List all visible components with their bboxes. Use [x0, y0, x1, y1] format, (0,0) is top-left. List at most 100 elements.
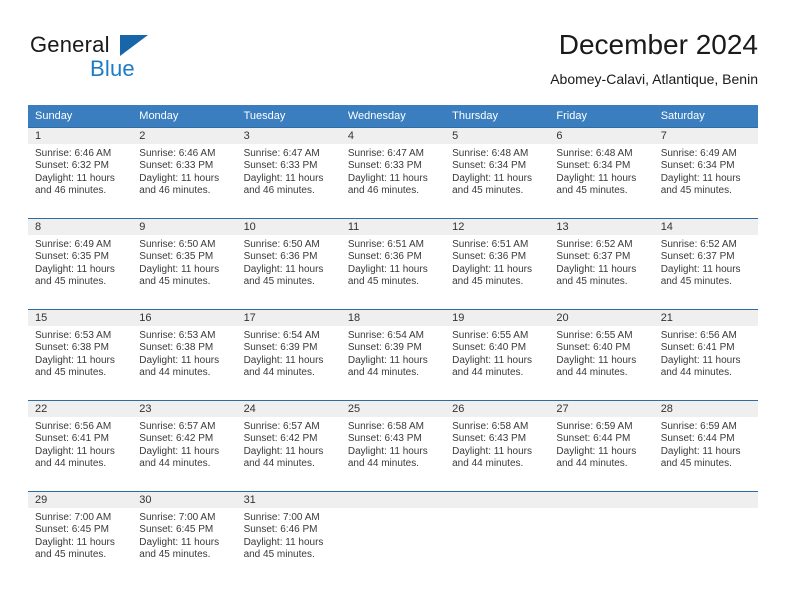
calendar-day-cell[interactable]: 1 Sunrise: 6:46 AM Sunset: 6:32 PM Daylight…: [28, 127, 133, 219]
daylight-text-line1: Daylight: 11 hours: [139, 354, 220, 366]
sunrise-text: Sunrise: 6:50 AM: [243, 239, 320, 250]
calendar-day-cell[interactable]: 3 Sunrise: 6:47 AM Sunset: 6:33 PM Daylight…: [236, 127, 341, 219]
daylight-text-line2: and 46 minutes.: [347, 185, 420, 197]
day-number: 16: [132, 310, 237, 326]
sunrise-text: Sunrise: 6:47 AM: [347, 148, 424, 159]
calendar-day-cell[interactable]: 23 Sunrise: 6:57 AM Sunset: 6:42 PM Dayligh…: [132, 400, 237, 492]
calendar-day-cell[interactable]: 26 Sunrise: 6:58 AM Sunset: 6:43 PM Dayligh…: [445, 400, 550, 492]
calendar-day-cell[interactable]: 16 Sunrise: 6:53 AM Sunset: 6:38 PM Dayligh…: [132, 309, 237, 401]
calendar-day-cell[interactable]: 4 Sunrise: 6:47 AM Sunset: 6:33 PM Daylight…: [340, 127, 446, 219]
calendar-day-cell[interactable]: 28 Sunrise: 6:59 AM Sunset: 6:44 PM Dayligh…: [653, 400, 758, 492]
daylight-text-line1: Daylight: 11 hours: [347, 263, 428, 275]
daylight-text-line1: Daylight: 11 hours: [347, 354, 428, 366]
calendar-day-cell[interactable]: 25 Sunrise: 6:58 AM Sunset: 6:43 PM Dayligh…: [340, 400, 446, 492]
daylight-text-line1: Daylight: 11 hours: [660, 354, 741, 366]
day-number: 21: [653, 310, 758, 326]
calendar-day-cell[interactable]: 30 Sunrise: 7:00 AM Sunset: 6:45 PM Dayligh…: [132, 491, 237, 582]
day-details: Sunrise: 6:55 AM Sunset: 6:40 PM Daylight:…: [549, 326, 653, 380]
day-details: Sunrise: 6:56 AM Sunset: 6:41 PM Daylight:…: [654, 326, 758, 380]
daylight-text-line2: and 45 minutes.: [35, 367, 107, 379]
day-number: 19: [445, 310, 550, 326]
daylight-text-line2: and 45 minutes.: [660, 276, 732, 288]
sunrise-text: Sunrise: 6:49 AM: [660, 148, 737, 159]
day-cell-inner: 1 Sunrise: 6:46 AM Sunset: 6:32 PM Daylight…: [28, 128, 133, 218]
calendar-day-cell[interactable]: 22 Sunrise: 6:56 AM Sunset: 6:41 PM Dayligh…: [28, 400, 133, 492]
calendar-day-cell[interactable]: 7 Sunrise: 6:49 AM Sunset: 6:34 PM Daylight…: [653, 127, 758, 219]
calendar-day-cell[interactable]: 15 Sunrise: 6:53 AM Sunset: 6:38 PM Dayligh…: [28, 309, 133, 401]
daylight-text-line1: Daylight: 11 hours: [556, 172, 637, 184]
sunset-text: Sunset: 6:38 PM: [139, 342, 214, 354]
calendar-day-cell[interactable]: [445, 491, 550, 582]
sunrise-text: Sunrise: 6:56 AM: [660, 330, 737, 341]
day-details: Sunrise: 6:56 AM Sunset: 6:41 PM Daylight:…: [28, 417, 132, 471]
day-cell-inner: 2 Sunrise: 6:46 AM Sunset: 6:33 PM Daylight…: [132, 128, 237, 218]
sunrise-text: Sunrise: 6:46 AM: [35, 148, 112, 159]
calendar-day-cell[interactable]: 17 Sunrise: 6:54 AM Sunset: 6:39 PM Dayligh…: [236, 309, 341, 401]
day-number: 26: [445, 401, 550, 417]
daylight-text-line2: and 44 minutes.: [243, 367, 315, 379]
day-cell-inner: 24 Sunrise: 6:57 AM Sunset: 6:42 PM Dayligh…: [236, 401, 341, 491]
day-cell-inner: [445, 492, 550, 582]
daylight-text-line1: Daylight: 11 hours: [556, 445, 637, 457]
calendar-day-cell[interactable]: 14 Sunrise: 6:52 AM Sunset: 6:37 PM Dayligh…: [653, 218, 758, 310]
calendar-day-cell[interactable]: 2 Sunrise: 6:46 AM Sunset: 6:33 PM Daylight…: [132, 127, 237, 219]
daylight-text-line2: and 44 minutes.: [35, 458, 107, 470]
brand-logo[interactable]: General Blue: [30, 32, 250, 84]
day-number: 11: [340, 219, 446, 235]
calendar-day-cell[interactable]: 31 Sunrise: 7:00 AM Sunset: 6:46 PM Dayligh…: [236, 491, 341, 582]
calendar-day-cell[interactable]: 20 Sunrise: 6:55 AM Sunset: 6:40 PM Dayligh…: [549, 309, 654, 401]
sunrise-text: Sunrise: 6:57 AM: [139, 421, 216, 432]
daylight-text-line1: Daylight: 11 hours: [556, 263, 637, 275]
day-details: Sunrise: 7:00 AM Sunset: 6:45 PM Daylight:…: [28, 508, 132, 562]
daylight-text-line1: Daylight: 11 hours: [243, 172, 324, 184]
daylight-text-line1: Daylight: 11 hours: [35, 536, 115, 548]
day-cell-inner: 23 Sunrise: 6:57 AM Sunset: 6:42 PM Dayligh…: [132, 401, 237, 491]
day-number: 30: [132, 492, 237, 508]
daylight-text-line2: and 44 minutes.: [139, 458, 211, 470]
day-cell-inner: [653, 492, 758, 582]
day-number: 9: [132, 219, 237, 235]
calendar-day-cell[interactable]: 19 Sunrise: 6:55 AM Sunset: 6:40 PM Dayligh…: [445, 309, 550, 401]
calendar-day-cell[interactable]: 24 Sunrise: 6:57 AM Sunset: 6:42 PM Dayligh…: [236, 400, 341, 492]
day-number: [340, 492, 446, 508]
calendar-day-cell[interactable]: 6 Sunrise: 6:48 AM Sunset: 6:34 PM Daylight…: [549, 127, 654, 219]
calendar-day-cell[interactable]: 5 Sunrise: 6:48 AM Sunset: 6:34 PM Daylight…: [445, 127, 550, 219]
sunrise-text: Sunrise: 6:46 AM: [139, 148, 216, 159]
weekday-header-wednesday: Wednesday: [340, 105, 446, 128]
weekday-header-sunday: Sunday: [28, 105, 133, 128]
calendar-day-cell[interactable]: 11 Sunrise: 6:51 AM Sunset: 6:36 PM Dayligh…: [340, 218, 446, 310]
calendar-day-cell[interactable]: [340, 491, 446, 582]
day-cell-inner: 20 Sunrise: 6:55 AM Sunset: 6:40 PM Dayligh…: [549, 310, 654, 400]
calendar-day-cell[interactable]: [653, 491, 758, 582]
calendar-day-cell[interactable]: 18 Sunrise: 6:54 AM Sunset: 6:39 PM Dayligh…: [340, 309, 446, 401]
calendar-day-cell[interactable]: 29 Sunrise: 7:00 AM Sunset: 6:45 PM Dayligh…: [28, 491, 133, 582]
daylight-text-line1: Daylight: 11 hours: [556, 354, 637, 366]
calendar-day-cell[interactable]: 9 Sunrise: 6:50 AM Sunset: 6:35 PM Daylight…: [132, 218, 237, 310]
day-cell-inner: 30 Sunrise: 7:00 AM Sunset: 6:45 PM Dayligh…: [132, 492, 237, 582]
sunset-text: Sunset: 6:40 PM: [556, 342, 631, 354]
day-number: 18: [340, 310, 446, 326]
daylight-text-line1: Daylight: 11 hours: [347, 445, 428, 457]
day-cell-inner: 26 Sunrise: 6:58 AM Sunset: 6:43 PM Dayligh…: [445, 401, 550, 491]
calendar-day-cell[interactable]: 27 Sunrise: 6:59 AM Sunset: 6:44 PM Dayligh…: [549, 400, 654, 492]
sunset-text: Sunset: 6:44 PM: [556, 433, 631, 445]
day-details: Sunrise: 7:00 AM Sunset: 6:45 PM Daylight:…: [132, 508, 236, 562]
daylight-text-line1: Daylight: 11 hours: [347, 172, 428, 184]
calendar-day-cell[interactable]: 13 Sunrise: 6:52 AM Sunset: 6:37 PM Dayligh…: [549, 218, 654, 310]
sunset-text: Sunset: 6:33 PM: [243, 160, 318, 172]
daylight-text-line1: Daylight: 11 hours: [660, 445, 741, 457]
page-subtitle: Abomey-Calavi, Atlantique, Benin: [550, 71, 758, 87]
calendar-day-cell[interactable]: 12 Sunrise: 6:51 AM Sunset: 6:36 PM Dayligh…: [445, 218, 550, 310]
sunrise-text: Sunrise: 6:47 AM: [243, 148, 320, 159]
sunset-text: Sunset: 6:45 PM: [139, 524, 214, 536]
day-cell-inner: 18 Sunrise: 6:54 AM Sunset: 6:39 PM Dayligh…: [340, 310, 446, 400]
daylight-text-line1: Daylight: 11 hours: [139, 263, 220, 275]
day-cell-inner: 12 Sunrise: 6:51 AM Sunset: 6:36 PM Dayligh…: [445, 219, 550, 309]
sunset-text: Sunset: 6:32 PM: [35, 160, 109, 172]
day-details: Sunrise: 6:52 AM Sunset: 6:37 PM Daylight:…: [654, 235, 758, 289]
calendar-day-cell[interactable]: 8 Sunrise: 6:49 AM Sunset: 6:35 PM Daylight…: [28, 218, 133, 310]
daylight-text-line2: and 44 minutes.: [660, 367, 732, 379]
calendar-day-cell[interactable]: 10 Sunrise: 6:50 AM Sunset: 6:36 PM Dayligh…: [236, 218, 341, 310]
calendar-day-cell[interactable]: [549, 491, 654, 582]
calendar-day-cell[interactable]: 21 Sunrise: 6:56 AM Sunset: 6:41 PM Dayligh…: [653, 309, 758, 401]
